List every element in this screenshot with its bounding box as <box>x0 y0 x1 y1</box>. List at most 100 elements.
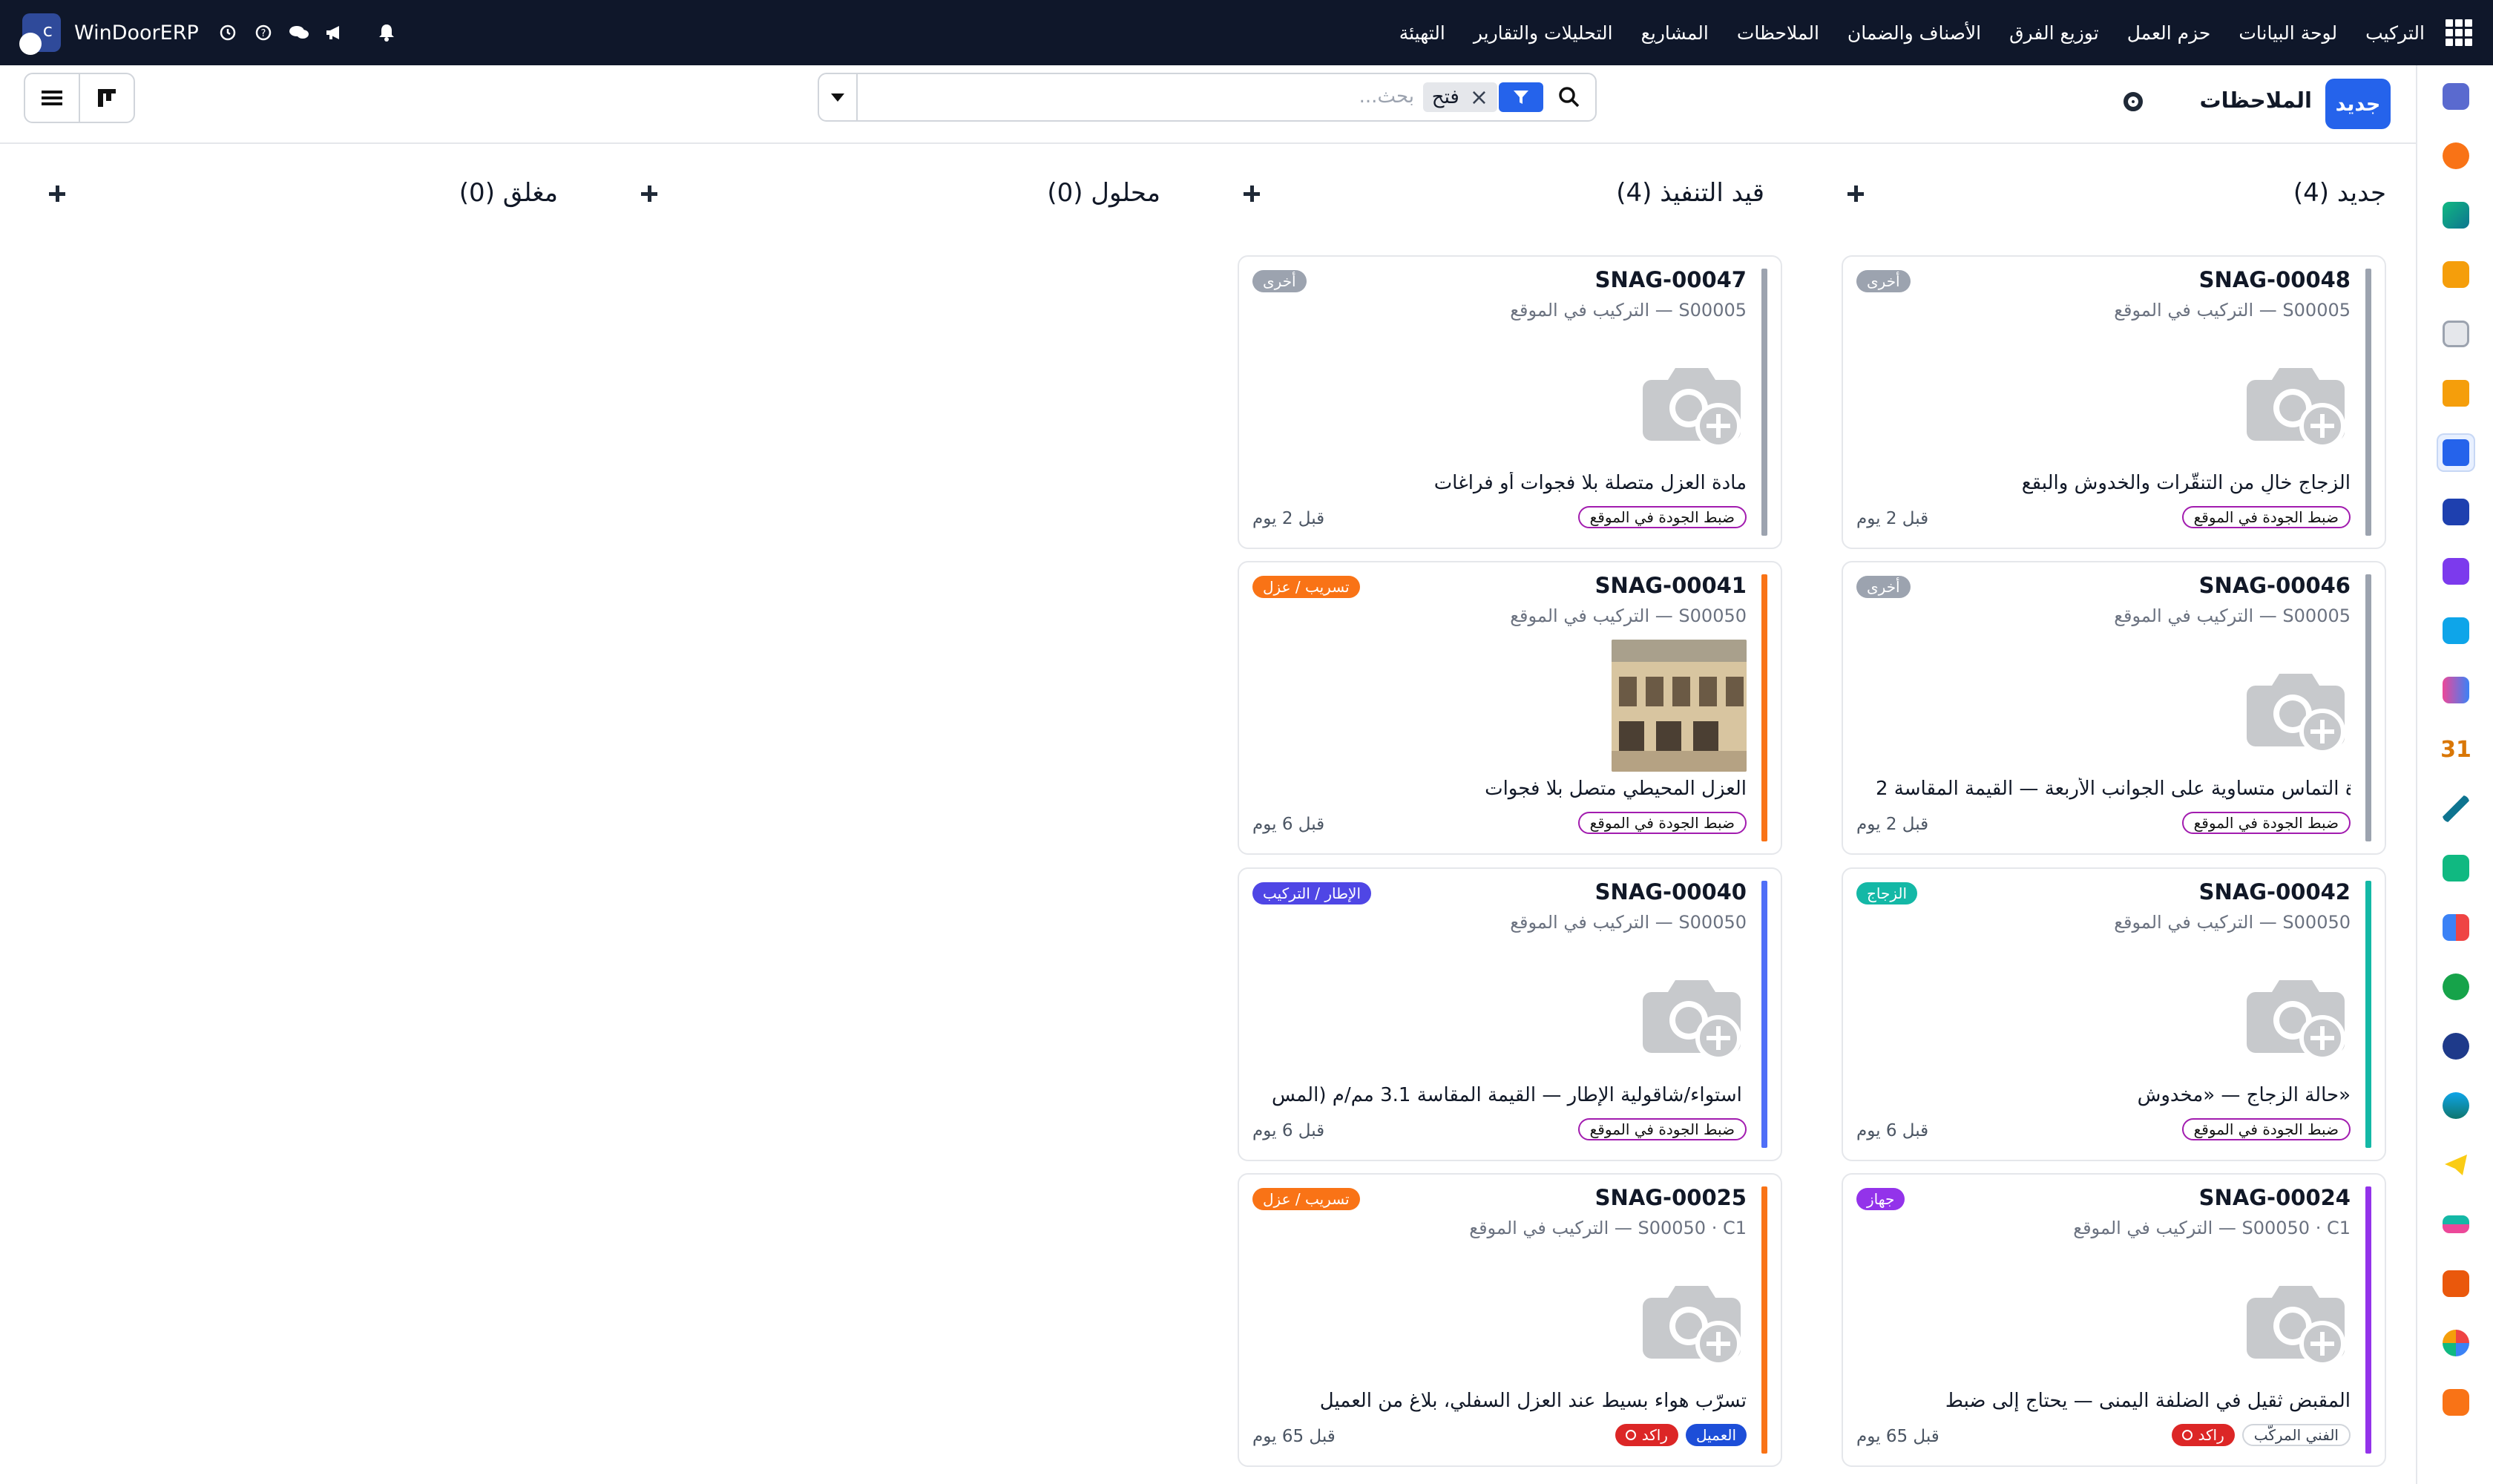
menu-items-warranty[interactable]: الأصناف والضمان <box>1847 22 1981 44</box>
sign-app-icon[interactable] <box>2437 789 2475 828</box>
invoice-app-icon[interactable] <box>2437 611 2475 650</box>
inventory-app-icon[interactable] <box>2437 315 2475 353</box>
close-icon[interactable]: × <box>1470 85 1488 111</box>
timer-app-icon[interactable] <box>2437 1027 2475 1066</box>
menu-work-packages[interactable]: حزم العمل <box>2127 22 2211 44</box>
books-app-icon[interactable] <box>2437 493 2475 531</box>
megaphone-icon[interactable] <box>323 22 346 44</box>
card-subtitle: التركيب في الموقع — S00005 <box>1510 300 1747 321</box>
card-tags: ضبط الجودة في الموقع <box>1577 1118 1747 1140</box>
card-age: قبل 6 يوم <box>1252 1121 1325 1140</box>
card-tag: راكد <box>1615 1424 1678 1446</box>
contacts-app-icon[interactable] <box>2437 374 2475 413</box>
category-badge: الإطار / التركيب <box>1252 882 1372 904</box>
planning-app-icon[interactable] <box>2437 1324 2475 1362</box>
search-input[interactable] <box>880 79 1414 114</box>
whatsapp-app-icon[interactable] <box>2437 968 2475 1006</box>
snag-card[interactable]: SNAG-00046 التركيب في الموقع — S00005 أخرى… <box>1842 561 2386 855</box>
card-reference: SNAG-00024 <box>2198 1185 2351 1210</box>
kanban-view-button[interactable] <box>80 74 134 122</box>
card-color-stripe <box>2365 269 2371 536</box>
camera-add-icon[interactable] <box>1637 1275 1747 1365</box>
card-color-stripe <box>2365 1186 2371 1454</box>
card-color-stripe <box>1761 881 1767 1148</box>
employees-app-icon[interactable] <box>2437 849 2475 887</box>
clock-icon[interactable] <box>217 22 239 44</box>
snag-card[interactable]: SNAG-00024 التركيب في الموقع — S00050 · C… <box>1842 1173 2386 1467</box>
card-subtitle: التركيب في الموقع — S00050 <box>1510 605 1747 626</box>
card-subtitle: التركيب في الموقع — S00050 · C1 <box>2073 1218 2351 1238</box>
calendar-app-icon[interactable]: 31 <box>2437 730 2475 769</box>
card-description: انحراف استواء/شاقولية الإطار — القيمة ال… <box>1272 1084 1747 1106</box>
box-app-icon[interactable] <box>2437 552 2475 591</box>
svg-text:?: ? <box>260 28 266 39</box>
card-color-stripe <box>2365 574 2371 841</box>
bell-icon[interactable] <box>375 22 398 44</box>
accounting-app-icon[interactable] <box>2437 1205 2475 1244</box>
card-description: المقبض ثقيل في الضلفة اليمنى — يحتاج إلى… <box>1945 1390 2351 1412</box>
menu-configuration[interactable]: التهيئة <box>1399 22 1445 44</box>
snag-card[interactable]: SNAG-00041 التركيب في الموقع — S00050 تسري… <box>1238 561 1782 855</box>
card-subtitle: التركيب في الموقع — S00005 <box>2114 300 2351 321</box>
company-logo[interactable] <box>19 13 61 55</box>
team-app-icon[interactable] <box>2437 671 2475 709</box>
quick-create-button[interactable] <box>1241 183 1263 205</box>
company-name[interactable]: WinDoorERP <box>74 22 199 45</box>
product-app-icon[interactable] <box>2437 1264 2475 1303</box>
card-description: حالة الزجاج — «مخدوش» <box>2137 1084 2351 1106</box>
chat-app-icon[interactable] <box>2437 137 2475 175</box>
reports-app-icon[interactable] <box>2437 255 2475 294</box>
quick-create-button[interactable] <box>1845 183 1867 205</box>
menu-dashboard[interactable]: لوحة البيانات <box>2239 22 2337 44</box>
search-icon[interactable] <box>1557 85 1582 110</box>
menu-team-dispatch[interactable]: توزيع الفرق <box>2009 22 2099 44</box>
snag-card[interactable]: SNAG-00025 التركيب في الموقع — S00050 · C… <box>1238 1173 1782 1467</box>
menu-reports[interactable]: التحليلات والتقارير <box>1474 22 1613 44</box>
quick-create-button[interactable] <box>46 183 68 205</box>
filter-toggle-button[interactable] <box>1499 82 1543 112</box>
card-description: العزل المحيطي متصل بلا فجوات <box>1485 778 1747 800</box>
card-tags: ضبط الجودة في الموقع <box>1577 812 1747 834</box>
column-header-closed: مغلق (0) <box>46 178 558 220</box>
card-age: قبل 65 يوم <box>1856 1427 1939 1446</box>
help-icon[interactable]: ? <box>252 22 275 44</box>
sales-app-icon[interactable] <box>2437 196 2475 234</box>
card-age: قبل 2 يوم <box>1856 815 1929 834</box>
camera-add-icon[interactable] <box>2241 358 2351 447</box>
menu-snags[interactable]: الملاحظات <box>1737 22 1819 44</box>
gear-icon[interactable] <box>2124 92 2143 111</box>
studio-app-icon[interactable] <box>2437 1086 2475 1125</box>
search-facet[interactable]: فتح × <box>1423 82 1497 112</box>
snag-card[interactable]: SNAG-00042 التركيب في الموقع — S00050 الزج… <box>1842 867 2386 1161</box>
camera-add-icon[interactable] <box>2241 663 2351 752</box>
quick-create-button[interactable] <box>638 183 660 205</box>
top-navbar: التركيب لوحة البيانات حزم العمل توزيع ال… <box>0 0 2493 65</box>
card-color-stripe <box>1761 1186 1767 1454</box>
hex-app-icon[interactable] <box>2437 1383 2475 1422</box>
search-options-toggle[interactable] <box>819 74 858 120</box>
systray: WinDoorERP ? <box>19 13 398 55</box>
dashboard-app-icon[interactable] <box>2437 908 2475 947</box>
snag-card[interactable]: SNAG-00040 التركيب في الموقع — S00050 الإط… <box>1238 867 1782 1161</box>
card-tags: ضبط الجودة في الموقع <box>2181 506 2351 528</box>
list-view-button[interactable] <box>25 74 80 122</box>
snag-card[interactable]: SNAG-00047 التركيب في الموقع — S00005 أخرى… <box>1238 255 1782 549</box>
chat-icon[interactable] <box>288 22 310 44</box>
camera-add-icon[interactable] <box>1637 358 1747 447</box>
camera-add-icon[interactable] <box>1637 970 1747 1059</box>
camera-add-icon[interactable] <box>2241 970 2351 1059</box>
card-reference: SNAG-00025 <box>1594 1185 1747 1210</box>
telegram-app-icon[interactable] <box>2437 1146 2475 1184</box>
apps-menu-icon[interactable] <box>2446 19 2472 46</box>
camera-add-icon[interactable] <box>2241 1275 2351 1365</box>
menu-installation[interactable]: التركيب <box>2365 22 2425 44</box>
menu-projects[interactable]: المشاريع <box>1641 22 1709 44</box>
card-age: قبل 6 يوم <box>1856 1121 1929 1140</box>
new-button[interactable]: جديد <box>2325 79 2391 129</box>
gmail-app-icon[interactable] <box>2437 77 2475 116</box>
snag-card[interactable]: SNAG-00048 التركيب في الموقع — S00005 أخرى… <box>1842 255 2386 549</box>
snags-app-icon[interactable] <box>2437 433 2475 472</box>
snag-photo[interactable] <box>1612 640 1747 772</box>
column-header-in-progress: قيد التنفيذ (4) <box>1241 178 1764 220</box>
card-tag: راكد <box>2171 1424 2235 1446</box>
